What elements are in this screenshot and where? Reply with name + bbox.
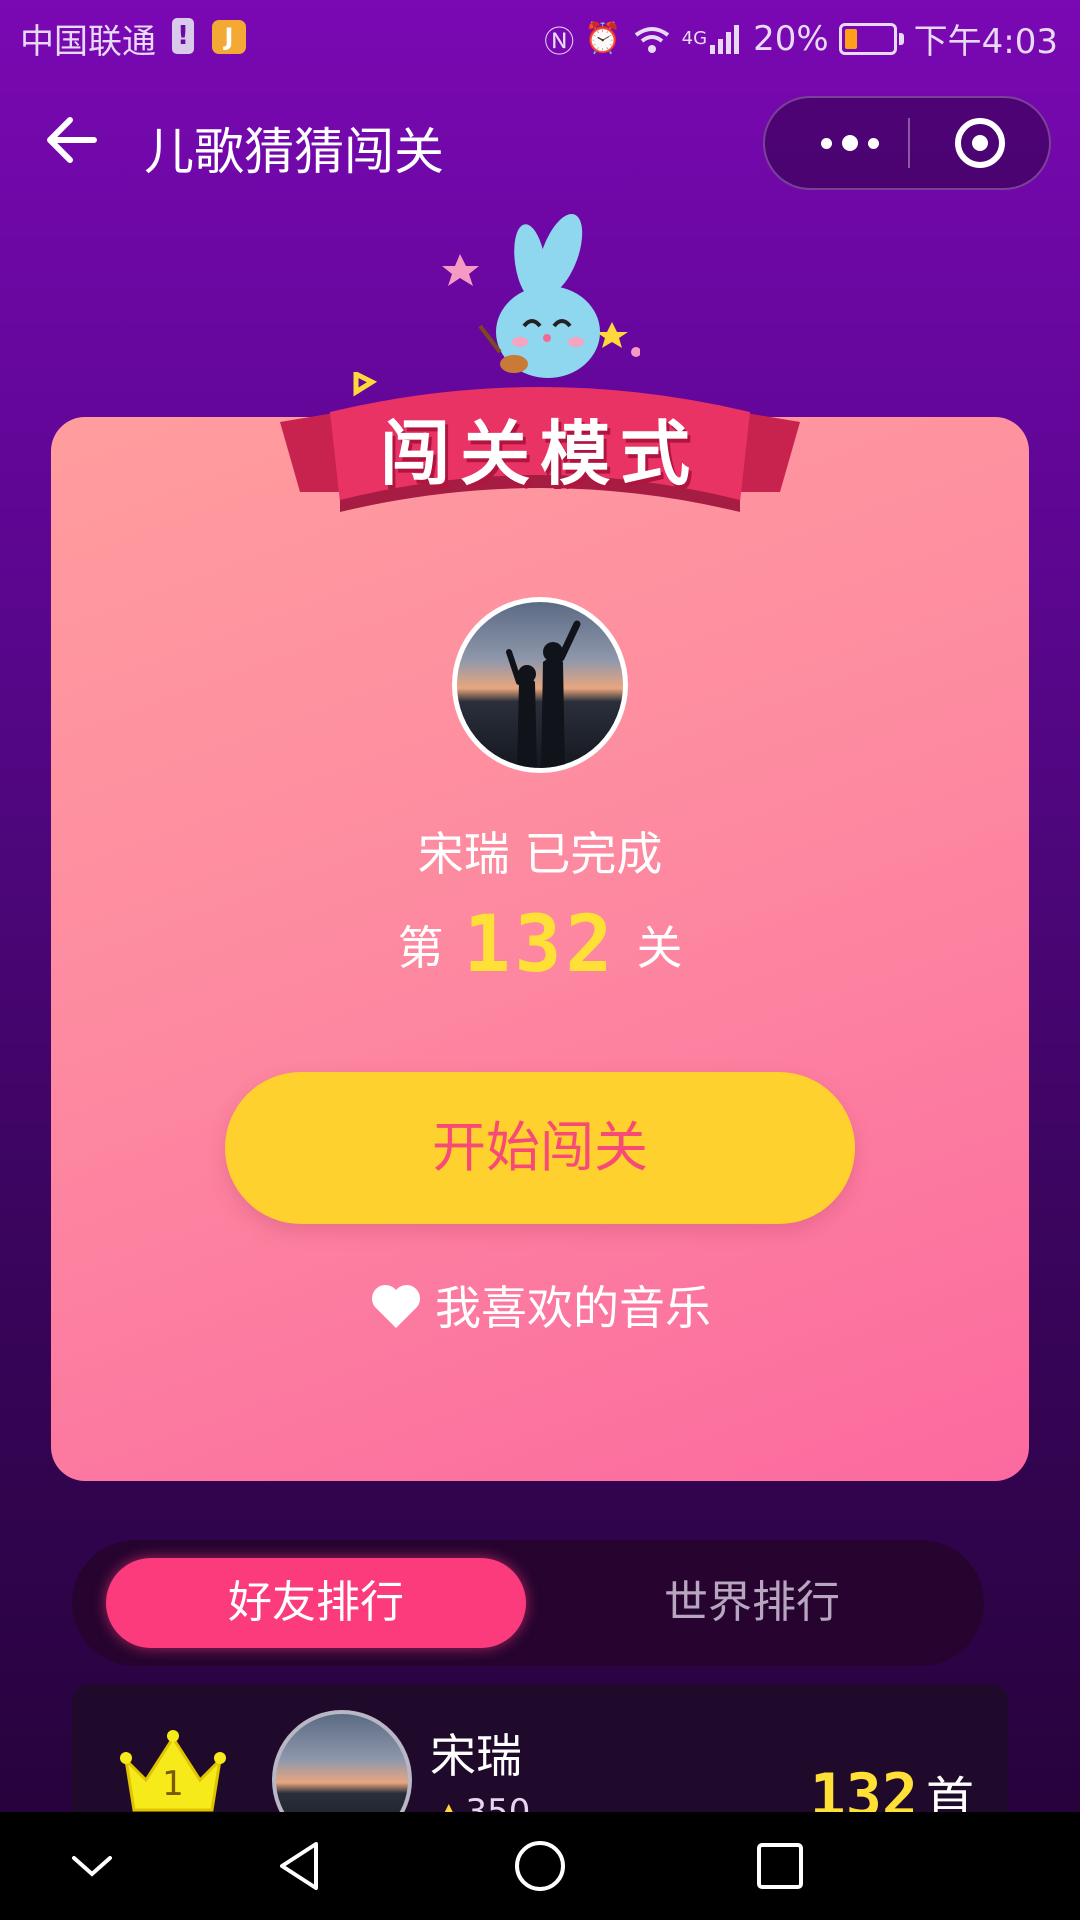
tab-world-ranking[interactable]: 世界排行 bbox=[552, 1558, 952, 1648]
ranking-list: 1 宋瑞 ▲ 350 132 首 bbox=[72, 1684, 1008, 1814]
wifi-icon bbox=[634, 26, 669, 53]
battery-icon bbox=[838, 22, 897, 55]
user-avatar bbox=[452, 597, 628, 773]
nfc-icon: Ⓝ bbox=[544, 24, 575, 60]
back-arrow-icon[interactable] bbox=[42, 110, 102, 170]
banner-title: 闯关模式 bbox=[380, 413, 700, 495]
rank-score-number: 132 bbox=[809, 1761, 918, 1814]
rabbit-mascot-icon bbox=[442, 214, 640, 378]
home-circle-icon[interactable] bbox=[500, 1826, 580, 1906]
close-miniprogram-icon[interactable] bbox=[955, 118, 1005, 168]
battery-warning-icon: ! bbox=[172, 18, 194, 54]
signal-icon bbox=[710, 24, 740, 54]
level-suffix: 关 bbox=[636, 921, 683, 975]
user-status-line: 宋瑞 已完成 bbox=[0, 818, 1080, 884]
status-bar: 中国联通 ! J Ⓝ ⏰ 4G 20% 下午4:03 bbox=[0, 0, 1080, 74]
page-title: 儿歌猜猜闯关 bbox=[144, 123, 444, 181]
start-challenge-button[interactable]: 开始闯关 bbox=[225, 1072, 855, 1224]
level-number: 132 bbox=[463, 900, 617, 990]
tab-friends-ranking[interactable]: 好友排行 bbox=[106, 1558, 526, 1648]
battery-percent: 20% bbox=[753, 18, 829, 59]
avatar-photo bbox=[506, 620, 581, 768]
level-line: 第 132 关 bbox=[0, 900, 1080, 990]
app-notification-icon: J bbox=[212, 20, 246, 54]
rank-number: 1 bbox=[162, 1764, 184, 1804]
back-triangle-icon[interactable] bbox=[260, 1826, 340, 1906]
recents-square-icon[interactable] bbox=[740, 1826, 820, 1906]
rank-user-name: 宋瑞 bbox=[430, 1729, 522, 1783]
level-prefix: 第 bbox=[397, 921, 444, 975]
list-item[interactable]: 1 宋瑞 ▲ 350 132 首 bbox=[72, 1684, 1008, 1814]
capsule-divider bbox=[908, 118, 910, 168]
clock: 下午4:03 bbox=[913, 22, 1058, 62]
avatar bbox=[272, 1710, 412, 1814]
heart-icon bbox=[371, 1284, 421, 1328]
network-type-label: 4G bbox=[681, 28, 708, 49]
rank-sub-number: 350 bbox=[465, 1792, 531, 1814]
carrier-label: 中国联通 bbox=[20, 22, 156, 62]
favorite-music-label: 我喜欢的音乐 bbox=[435, 1281, 711, 1335]
miniprogram-capsule bbox=[763, 96, 1051, 190]
alarm-icon: ⏰ bbox=[584, 21, 622, 56]
rank-score: 132 首 bbox=[810, 1760, 974, 1814]
completed-label: 已完成 bbox=[524, 827, 663, 881]
status-right-group: Ⓝ ⏰ 4G 20% 下午4:03 bbox=[544, 14, 1058, 63]
ranking-tabs: 好友排行 世界排行 bbox=[72, 1540, 984, 1666]
favorite-music-link[interactable]: 我喜欢的音乐 bbox=[0, 1272, 1080, 1338]
more-menu-icon[interactable] bbox=[795, 98, 905, 188]
user-name: 宋瑞 bbox=[417, 827, 510, 881]
chevron-down-icon[interactable] bbox=[52, 1826, 132, 1906]
rank-sub-value: ▲ 350 bbox=[438, 1792, 530, 1814]
system-nav-bar bbox=[0, 1812, 1080, 1920]
rank-score-unit: 首 bbox=[925, 1772, 974, 1814]
